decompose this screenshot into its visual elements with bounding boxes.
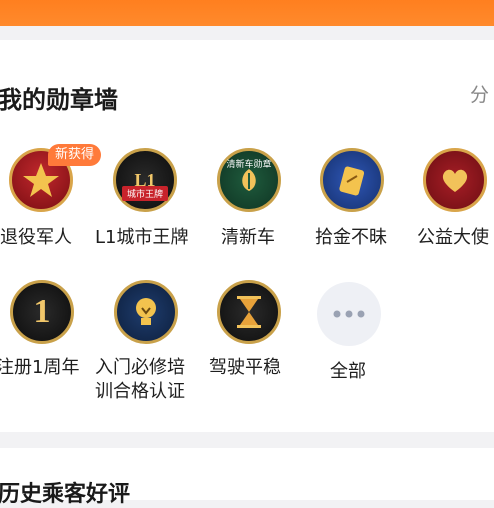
star-medal-icon [23, 163, 59, 197]
badge-anniversary[interactable]: 1 [10, 280, 74, 344]
heart-medal-icon [442, 169, 468, 192]
badge-label-line2: 训合格认证 [95, 381, 185, 402]
badge-label: 清新车 [221, 227, 275, 248]
badge-label: 入门必修培 [95, 357, 185, 378]
badge-label: 驾驶平稳 [209, 357, 281, 378]
badge-smooth-driving[interactable] [217, 280, 281, 344]
new-badge-tag: 新获得 [48, 144, 102, 166]
badge-label: 拾金不昧 [315, 227, 387, 248]
badge-label: L1城市王牌 [95, 227, 189, 248]
city-ace-ribbon: 城市王牌 [121, 186, 169, 201]
anniversary-medal-icon: 1 [33, 293, 51, 330]
badge-fresh-car[interactable]: 清新车勋章 [217, 148, 281, 212]
badge-honesty[interactable] [320, 148, 384, 212]
page-title: 我的勋章墙 [0, 86, 118, 114]
hourglass-medal-icon [237, 296, 261, 328]
badge-city-ace[interactable]: L1 城市王牌 [113, 148, 177, 212]
wallet-return-medal-icon [339, 166, 365, 196]
badge-label: 注册1周年 [0, 357, 80, 378]
badge-training[interactable] [114, 280, 178, 344]
badge-label: 退役军人 [0, 227, 72, 248]
training-medal-icon [136, 298, 156, 325]
badge-all[interactable] [317, 282, 381, 346]
badge-charity[interactable] [423, 148, 487, 212]
more-dots-icon [333, 310, 365, 318]
section-title-history: 历史乘客好评 [0, 482, 131, 507]
all-badges-link[interactable]: 全部 [330, 360, 366, 384]
top-status-bar [0, 0, 494, 26]
share-button[interactable]: 分 [470, 80, 489, 107]
fresh-car-ribbon: 清新车勋章 [226, 160, 272, 170]
badge-label: 公益大使 [417, 227, 489, 248]
